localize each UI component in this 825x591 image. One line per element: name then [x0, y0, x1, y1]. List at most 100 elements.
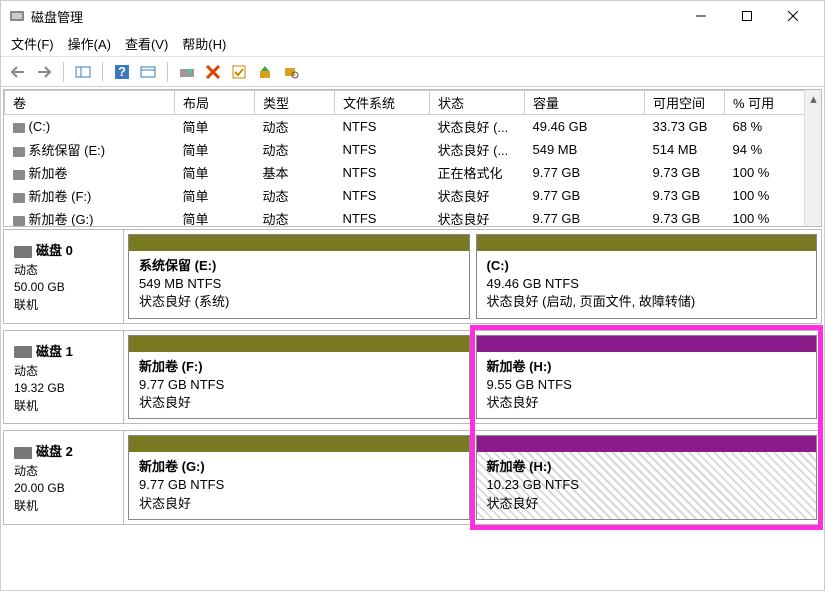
col-fs[interactable]: 文件系统 [335, 91, 430, 115]
volume-icon [13, 170, 25, 180]
disk-partitions: 新加卷 (G:)9.77 GB NTFS状态良好新加卷 (H:)10.23 GB… [124, 431, 821, 524]
table-header-row: 卷 布局 类型 文件系统 状态 容量 可用空间 % 可用 [5, 91, 821, 115]
partition-color-bar [477, 436, 817, 452]
partition-state: 状态良好 [139, 394, 459, 412]
table-scrollbar[interactable]: ▴ [804, 90, 821, 226]
volume-icon [13, 147, 25, 157]
check-button[interactable] [228, 61, 250, 83]
disk-name: 磁盘 2 [36, 444, 73, 459]
disk-status: 联机 [14, 397, 113, 414]
app-icon [9, 8, 25, 24]
partition-body: 新加卷 (H:)10.23 GB NTFS状态良好 [477, 452, 817, 519]
partition-state: 状态良好 [487, 495, 807, 513]
window-title: 磁盘管理 [31, 7, 678, 26]
search-button[interactable] [280, 61, 302, 83]
minimize-button[interactable] [678, 1, 724, 31]
disk-size: 20.00 GB [14, 481, 113, 495]
partition-name: 新加卷 (F:) [139, 358, 459, 376]
scroll-up-icon[interactable]: ▴ [805, 90, 822, 107]
volume-icon [13, 216, 25, 226]
partition[interactable]: (C:)49.46 GB NTFS状态良好 (启动, 页面文件, 故障转储) [476, 234, 818, 319]
partition-body: 新加卷 (H:)9.55 GB NTFS状态良好 [477, 352, 817, 419]
partition[interactable]: 新加卷 (H:)10.23 GB NTFS状态良好 [476, 435, 818, 520]
disk-size: 19.32 GB [14, 381, 113, 395]
table-row[interactable]: (C:)简单动态NTFS状态良好 (...49.46 GB33.73 GB68 … [5, 115, 821, 139]
partition-info: 9.77 GB NTFS [139, 376, 459, 394]
col-free[interactable]: 可用空间 [645, 91, 725, 115]
col-status[interactable]: 状态 [430, 91, 525, 115]
partition-name: 新加卷 (H:) [487, 458, 807, 476]
disk-type: 动态 [14, 362, 113, 379]
maximize-button[interactable] [724, 1, 770, 31]
properties-button[interactable] [137, 61, 159, 83]
disk-icon [14, 447, 32, 459]
disk-partitions: 系统保留 (E:)549 MB NTFS状态良好 (系统)(C:)49.46 G… [124, 230, 821, 323]
table-row[interactable]: 系统保留 (E:)简单动态NTFS状态良好 (...549 MB514 MB94… [5, 138, 821, 161]
disk-info: 磁盘 2 动态 20.00 GB 联机 [4, 431, 124, 524]
partition-state: 状态良好 (启动, 页面文件, 故障转储) [487, 293, 807, 311]
table-row[interactable]: 新加卷 (F:)简单动态NTFS状态良好9.77 GB9.73 GB100 % [5, 184, 821, 207]
col-type[interactable]: 类型 [255, 91, 335, 115]
back-button[interactable] [7, 61, 29, 83]
col-capacity[interactable]: 容量 [525, 91, 645, 115]
partition-info: 49.46 GB NTFS [487, 275, 807, 293]
layout-button[interactable] [72, 61, 94, 83]
col-layout[interactable]: 布局 [175, 91, 255, 115]
partition-info: 9.55 GB NTFS [487, 376, 807, 394]
partition-name: 新加卷 (G:) [139, 458, 459, 476]
partition-name: 新加卷 (H:) [487, 358, 807, 376]
disk-type: 动态 [14, 462, 113, 479]
partition[interactable]: 系统保留 (E:)549 MB NTFS状态良好 (系统) [128, 234, 470, 319]
partition[interactable]: 新加卷 (F:)9.77 GB NTFS状态良好 [128, 335, 470, 420]
partition[interactable]: 新加卷 (H:)9.55 GB NTFS状态良好 [476, 335, 818, 420]
svg-text:?: ? [118, 64, 126, 79]
partition-color-bar [129, 436, 469, 452]
partition-state: 状态良好 (系统) [139, 293, 459, 311]
volume-icon [13, 193, 25, 203]
disk-row: 磁盘 2动态20.00 GB联机新加卷 (G:)9.77 GB NTFS状态良好… [3, 430, 822, 525]
disk-name: 磁盘 0 [36, 243, 73, 258]
up-button[interactable] [254, 61, 276, 83]
menu-action[interactable]: 操作(A) [68, 34, 111, 53]
partition-body: 新加卷 (F:)9.77 GB NTFS状态良好 [129, 352, 469, 419]
partition-state: 状态良好 [139, 495, 459, 513]
disk-icon [14, 346, 32, 358]
disk-icon [14, 246, 32, 258]
volume-table: 卷 布局 类型 文件系统 状态 容量 可用空间 % 可用 (C:)简单动态NTF… [3, 89, 822, 227]
disk-graphical-view: 磁盘 0动态50.00 GB联机系统保留 (E:)549 MB NTFS状态良好… [3, 229, 822, 525]
partition-color-bar [129, 235, 469, 251]
disk-name: 磁盘 1 [36, 344, 73, 359]
disk-info: 磁盘 0 动态 50.00 GB 联机 [4, 230, 124, 323]
disk-partitions: 新加卷 (F:)9.77 GB NTFS状态良好新加卷 (H:)9.55 GB … [124, 331, 821, 424]
partition-color-bar [477, 235, 817, 251]
partition[interactable]: 新加卷 (G:)9.77 GB NTFS状态良好 [128, 435, 470, 520]
partition-info: 10.23 GB NTFS [487, 476, 807, 494]
titlebar: 磁盘管理 [1, 1, 824, 31]
refresh-button[interactable] [176, 61, 198, 83]
close-button[interactable] [770, 1, 816, 31]
disk-row: 磁盘 1动态19.32 GB联机新加卷 (F:)9.77 GB NTFS状态良好… [3, 330, 822, 425]
toolbar: ? [1, 57, 824, 87]
help-button[interactable]: ? [111, 61, 133, 83]
col-volume[interactable]: 卷 [5, 91, 175, 115]
forward-button[interactable] [33, 61, 55, 83]
table-row[interactable]: 新加卷 (G:)简单动态NTFS状态良好9.77 GB9.73 GB100 % [5, 207, 821, 227]
volume-icon [13, 123, 25, 133]
partition-color-bar [129, 336, 469, 352]
disk-row: 磁盘 0 动态 50.00 GB 联机系统保留 (E:)549 MB NTFS状态良好… [3, 229, 822, 324]
delete-button[interactable] [202, 61, 224, 83]
menu-help[interactable]: 帮助(H) [182, 34, 226, 53]
table-row[interactable]: 新加卷简单基本NTFS正在格式化9.77 GB9.73 GB100 % [5, 161, 821, 184]
partition-color-bar [477, 336, 817, 352]
partition-name: 系统保留 (E:) [139, 257, 459, 275]
partition-body: 新加卷 (G:)9.77 GB NTFS状态良好 [129, 452, 469, 519]
menu-view[interactable]: 查看(V) [125, 34, 168, 53]
disk-size: 50.00 GB [14, 280, 113, 294]
partition-name: (C:) [487, 257, 807, 275]
disk-type: 动态 [14, 261, 113, 278]
partition-body: (C:)49.46 GB NTFS状态良好 (启动, 页面文件, 故障转储) [477, 251, 817, 318]
disk-status: 联机 [14, 497, 113, 514]
partition-info: 9.77 GB NTFS [139, 476, 459, 494]
disk-status: 联机 [14, 296, 113, 313]
menu-file[interactable]: 文件(F) [11, 34, 54, 53]
